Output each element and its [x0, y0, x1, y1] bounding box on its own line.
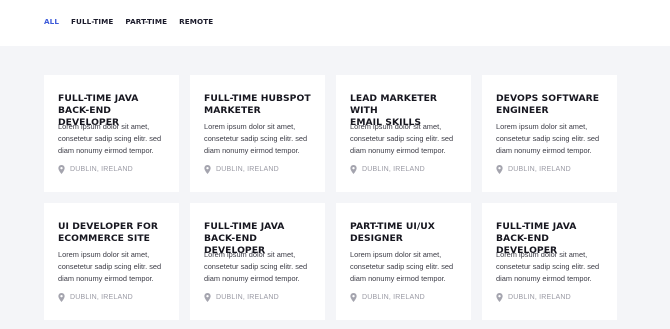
job-card[interactable]: FULL-TIME JAVA BACK-END DEVELOPER Lorem … — [190, 203, 325, 320]
map-pin-icon — [496, 293, 503, 302]
location-label: DUBLIN, IRELAND — [362, 166, 425, 173]
job-card[interactable]: FULL-TIME JAVA BACK-END DEVELOPER Lorem … — [44, 75, 179, 192]
location-label: DUBLIN, IRELAND — [508, 166, 571, 173]
job-description: Lorem ipsum dolor sit amet, consetetur s… — [204, 250, 308, 284]
job-location: DUBLIN, IRELAND — [204, 293, 279, 302]
location-label: DUBLIN, IRELAND — [70, 166, 133, 173]
map-pin-icon — [58, 293, 65, 302]
job-title: FULL-TIME JAVA BACK-END DEVELOPER — [58, 93, 139, 128]
job-location: DUBLIN, IRELAND — [58, 293, 133, 302]
job-title: UI DEVELOPER FOR ECOMMERCE SITE — [58, 221, 158, 244]
map-pin-icon — [204, 165, 211, 174]
job-location: DUBLIN, IRELAND — [496, 165, 571, 174]
location-label: DUBLIN, IRELAND — [70, 294, 133, 301]
job-location: DUBLIN, IRELAND — [204, 165, 279, 174]
map-pin-icon — [350, 293, 357, 302]
job-title: PART-TIME UI/UX DESIGNER — [350, 221, 435, 244]
job-type-filters: ALL FULL-TIME PART-TIME REMOTE — [44, 17, 213, 26]
location-label: DUBLIN, IRELAND — [508, 294, 571, 301]
map-pin-icon — [496, 165, 503, 174]
job-card[interactable]: FULL-TIME HUBSPOT MARKETER Lorem ipsum d… — [190, 75, 325, 192]
job-card[interactable]: PART-TIME UI/UX DESIGNER Lorem ipsum dol… — [336, 203, 471, 320]
job-location: DUBLIN, IRELAND — [350, 293, 425, 302]
job-title: DEVOPS SOFTWARE ENGINEER — [496, 93, 600, 116]
map-pin-icon — [204, 293, 211, 302]
job-title: FULL-TIME HUBSPOT MARKETER — [204, 93, 311, 116]
map-pin-icon — [350, 165, 357, 174]
job-title: FULL-TIME JAVA BACK-END DEVELOPER — [496, 221, 577, 256]
filter-full-time[interactable]: FULL-TIME — [71, 17, 113, 26]
filter-bar: ALL FULL-TIME PART-TIME REMOTE — [0, 0, 670, 46]
job-description: Lorem ipsum dolor sit amet, consetetur s… — [496, 122, 600, 156]
job-location: DUBLIN, IRELAND — [350, 165, 425, 174]
location-label: DUBLIN, IRELAND — [216, 294, 279, 301]
job-description: Lorem ipsum dolor sit amet, consetetur s… — [350, 250, 454, 284]
map-pin-icon — [58, 165, 65, 174]
job-description: Lorem ipsum dolor sit amet, consetetur s… — [58, 250, 162, 284]
job-location: DUBLIN, IRELAND — [496, 293, 571, 302]
location-label: DUBLIN, IRELAND — [362, 294, 425, 301]
job-description: Lorem ipsum dolor sit amet, consetetur s… — [350, 122, 454, 156]
job-location: DUBLIN, IRELAND — [58, 165, 133, 174]
job-title: LEAD MARKETER WITH EMAIL SKILLS — [350, 93, 438, 128]
filter-all[interactable]: ALL — [44, 17, 59, 26]
filter-remote[interactable]: REMOTE — [179, 17, 213, 26]
job-title: FULL-TIME JAVA BACK-END DEVELOPER — [204, 221, 285, 256]
job-description: Lorem ipsum dolor sit amet, consetetur s… — [58, 122, 162, 156]
job-description: Lorem ipsum dolor sit amet, consetetur s… — [204, 122, 308, 156]
job-card[interactable]: UI DEVELOPER FOR ECOMMERCE SITE Lorem ip… — [44, 203, 179, 320]
job-card[interactable]: FULL-TIME JAVA BACK-END DEVELOPER Lorem … — [482, 203, 617, 320]
job-card[interactable]: LEAD MARKETER WITH EMAIL SKILLS Lorem ip… — [336, 75, 471, 192]
location-label: DUBLIN, IRELAND — [216, 166, 279, 173]
job-card[interactable]: DEVOPS SOFTWARE ENGINEER Lorem ipsum dol… — [482, 75, 617, 192]
filter-part-time[interactable]: PART-TIME — [125, 17, 167, 26]
job-grid: FULL-TIME JAVA BACK-END DEVELOPER Lorem … — [44, 75, 617, 320]
job-description: Lorem ipsum dolor sit amet, consetetur s… — [496, 250, 600, 284]
